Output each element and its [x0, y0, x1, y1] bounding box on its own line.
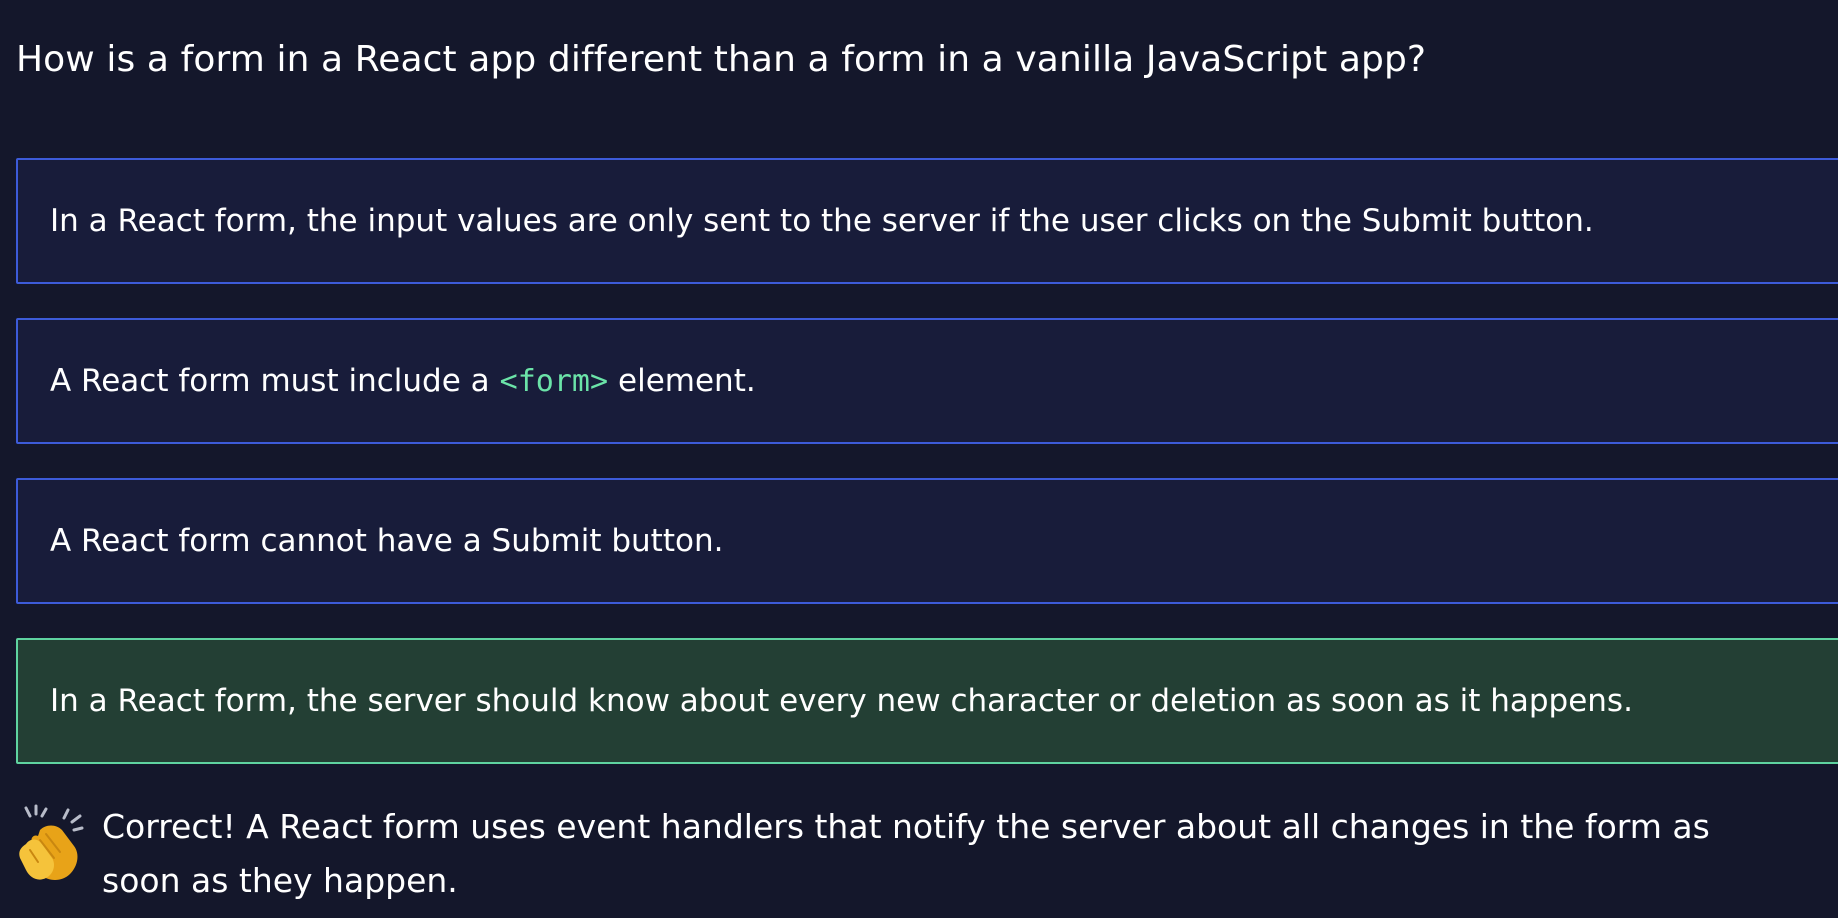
answer-option-4-text: In a React form, the server should know …	[50, 683, 1633, 719]
clapping-hands-icon	[19, 804, 84, 880]
answer-option-2-text-after: element.	[618, 363, 756, 399]
quiz-card: How is a form in a React app different t…	[0, 0, 1838, 918]
answer-option-3[interactable]: A React form cannot have a Submit button…	[16, 478, 1838, 604]
answer-option-2-text-before: A React form must include a	[50, 363, 490, 399]
answer-option-1[interactable]: In a React form, the input values are on…	[16, 158, 1838, 284]
feedback-text: Correct! A React form uses event handler…	[102, 807, 1710, 900]
form-element-code: <form>	[499, 363, 609, 399]
answer-option-4-correct[interactable]: In a React form, the server should know …	[16, 638, 1838, 764]
question-text: How is a form in a React app different t…	[16, 39, 1427, 80]
feedback-message: Correct! A React form uses event handler…	[16, 800, 1776, 908]
answer-option-2[interactable]: A React form must include a <form> eleme…	[16, 318, 1838, 444]
answer-option-3-text: A React form cannot have a Submit button…	[50, 523, 724, 559]
answer-option-1-text: In a React form, the input values are on…	[50, 203, 1594, 239]
